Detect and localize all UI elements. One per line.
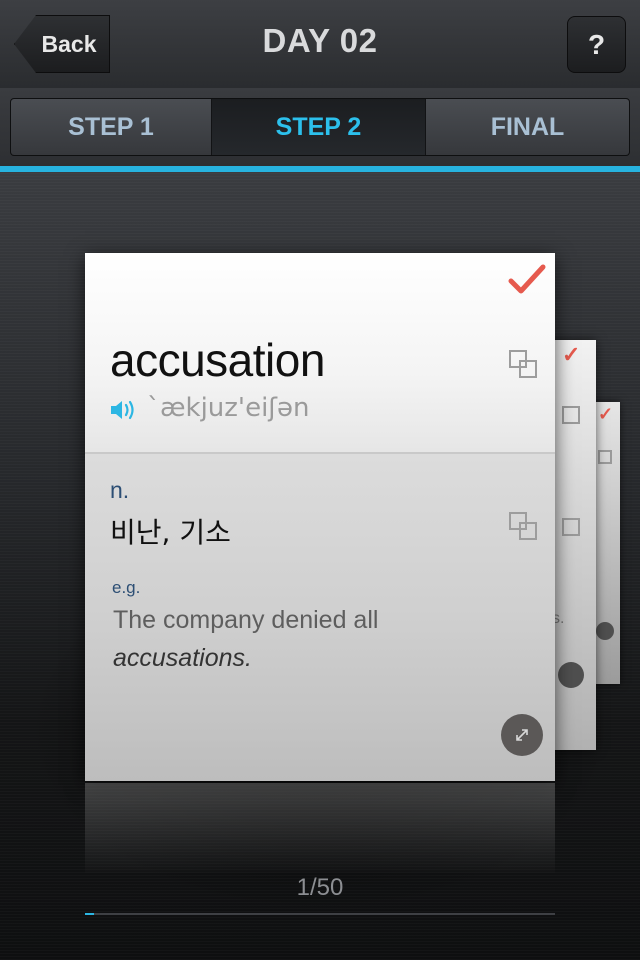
tab-underline <box>0 166 640 172</box>
card-reflection <box>85 783 555 873</box>
tab-final[interactable]: FINAL <box>426 99 629 155</box>
segmented-control: STEP 1 STEP 2 FINAL <box>10 98 630 156</box>
progress-bar <box>85 913 555 915</box>
example-label: e.g. <box>112 578 141 597</box>
help-button[interactable]: ? <box>567 16 626 73</box>
page-title: DAY 02 <box>262 22 378 59</box>
example-sentence: The company denied all accusations. <box>113 601 443 677</box>
card-counter: 1/50 <box>0 874 640 902</box>
tab-bar: STEP 1 STEP 2 FINAL <box>0 88 640 172</box>
copy-icon <box>562 406 580 424</box>
example-keyword: accusations. <box>113 644 252 672</box>
copy-icon[interactable] <box>509 512 539 542</box>
expand-icon <box>596 622 614 640</box>
tab-step-1[interactable]: STEP 1 <box>11 99 212 155</box>
expand-icon <box>558 662 584 688</box>
flash-card[interactable]: accusation `ækjuz'eiʃən n. 비난, 기소 e.g. T… <box>85 253 555 781</box>
total-card-count: 50 <box>316 874 344 901</box>
pronunciation: `ækjuz'eiʃən <box>147 393 310 423</box>
copy-icon <box>562 518 580 536</box>
progress-fill <box>85 913 95 915</box>
check-icon: ✓ <box>562 342 581 367</box>
check-icon: ✓ <box>598 404 614 424</box>
counter-separator: / <box>309 874 317 901</box>
card-word-section: accusation `ækjuz'eiʃən <box>85 253 555 454</box>
part-of-speech: n. <box>110 477 130 503</box>
expand-icon <box>516 729 528 741</box>
header-bar: Back DAY 02 ? <box>0 0 640 89</box>
check-icon[interactable] <box>507 259 547 299</box>
expand-button[interactable] <box>501 714 543 756</box>
current-card-number: 1 <box>296 874 310 901</box>
word-meaning: 비난, 기소 <box>110 516 231 549</box>
tab-step-2[interactable]: STEP 2 <box>212 99 426 155</box>
vocab-word: accusation <box>110 334 325 386</box>
speaker-icon[interactable] <box>109 398 137 422</box>
copy-icon[interactable] <box>509 350 539 380</box>
example-text: The company denied all <box>113 606 379 634</box>
copy-icon <box>598 450 612 464</box>
